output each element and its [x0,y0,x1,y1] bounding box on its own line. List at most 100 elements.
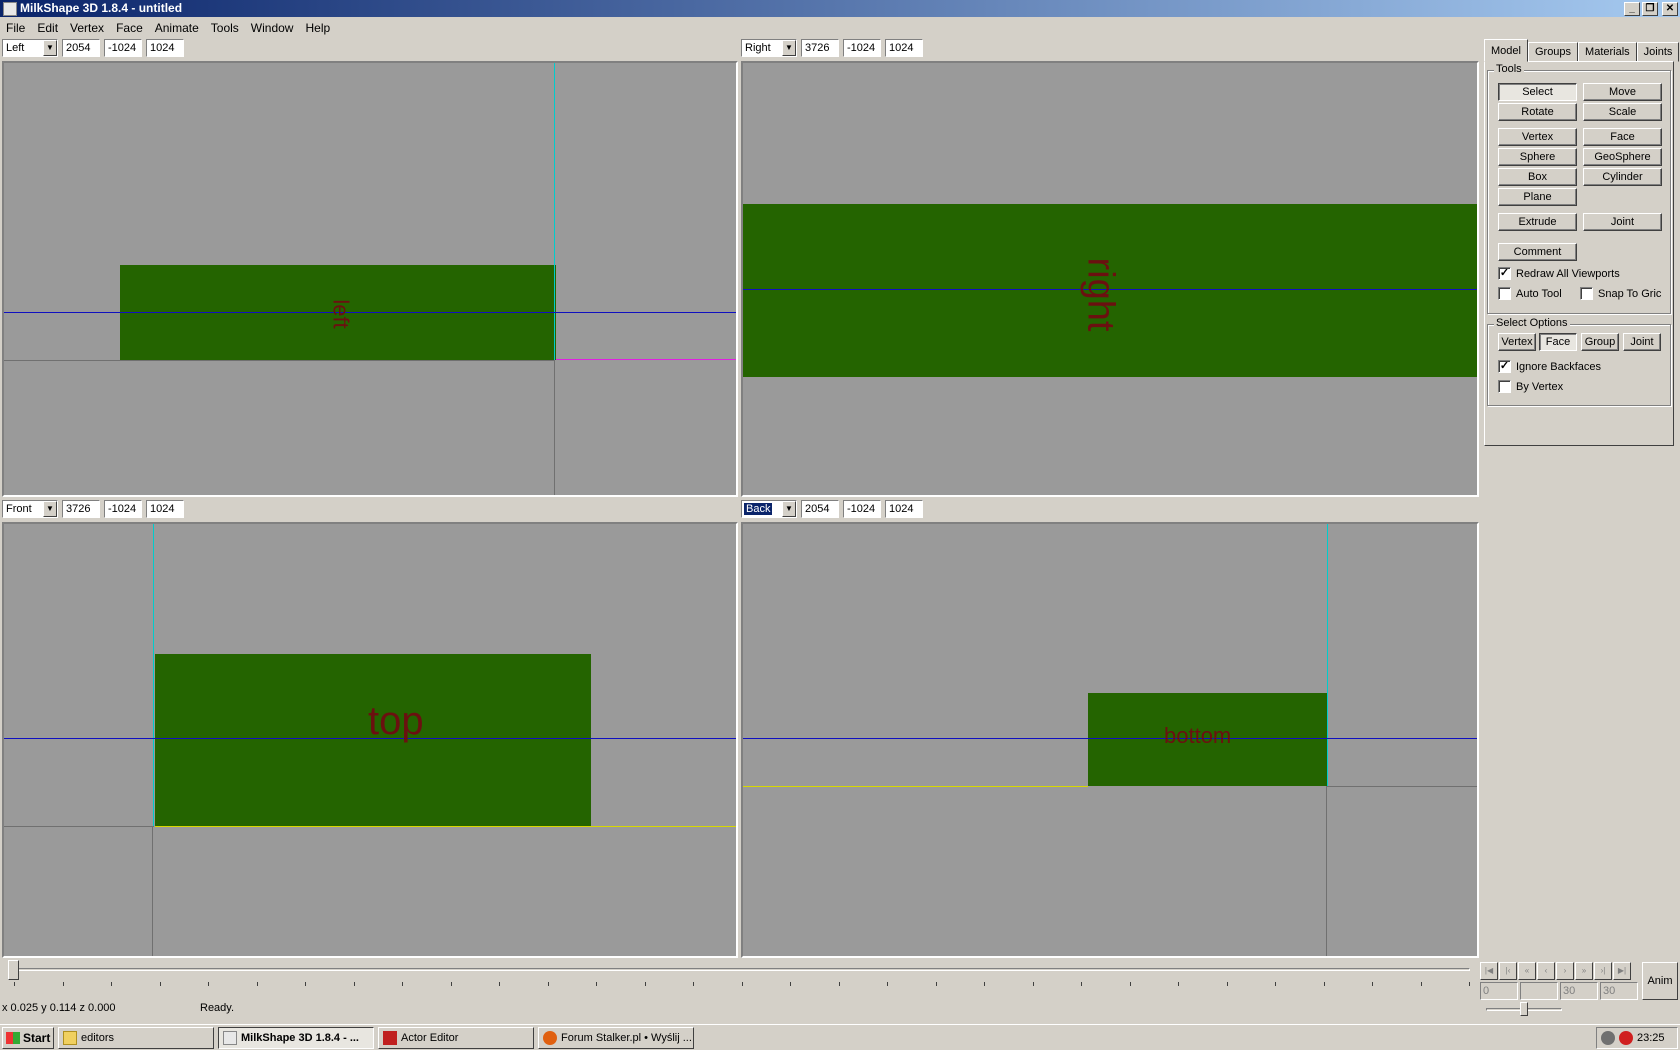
chevron-down-icon[interactable]: ▼ [43,501,57,517]
tab-groups[interactable]: Groups [1527,42,1579,62]
chevron-down-icon[interactable]: ▼ [43,40,57,56]
plane-button[interactable]: Plane [1498,188,1577,206]
offset-x-field[interactable]: -1024 [843,500,881,518]
timeline-tick [1469,982,1470,986]
offset-y-field[interactable]: 1024 [146,39,184,57]
viewport-right[interactable]: right [741,61,1479,497]
cylinder-button[interactable]: Cylinder [1583,168,1662,186]
zoom-field[interactable]: 2054 [62,39,100,57]
prev-key-icon[interactable]: |‹ [1499,962,1517,980]
tab-materials[interactable]: Materials [1578,42,1637,62]
chevron-down-icon[interactable]: ▼ [782,40,796,56]
offset-y-field[interactable]: 1024 [885,500,923,518]
axis-yellow-line [155,826,736,827]
move-button[interactable]: Move [1583,83,1662,101]
view-select[interactable]: Front ▼ [2,500,58,518]
geosphere-button[interactable]: GeoSphere [1583,148,1662,166]
viewport-back[interactable]: bottom [741,522,1479,958]
menu-help[interactable]: Help [299,18,336,38]
network-icon[interactable] [1601,1030,1615,1045]
checkbox-box[interactable] [1580,287,1593,300]
checkbox-box[interactable] [1498,380,1511,393]
chevron-down-icon[interactable]: ▼ [782,501,796,517]
menu-edit[interactable]: Edit [31,18,64,38]
taskbar-item-milkshape[interactable]: MilkShape 3D 1.8.4 - ... [218,1026,374,1049]
offset-y-field[interactable]: 1024 [146,500,184,518]
select-button[interactable]: Select [1498,83,1577,101]
start-button[interactable]: Start [2,1026,54,1049]
next-frame-icon[interactable]: › [1556,962,1574,980]
view-select[interactable]: Back ▼ [741,500,797,518]
view-select[interactable]: Right ▼ [741,39,797,57]
menu-window[interactable]: Window [245,18,300,38]
last-frame-icon[interactable]: ▶| [1613,962,1631,980]
extrude-button[interactable]: Extrude [1498,213,1577,231]
frame-total-field[interactable]: 30 [1600,982,1638,1000]
by-vertex-checkbox[interactable]: By Vertex [1498,380,1563,393]
snap-to-grid-checkbox[interactable]: Snap To Gric [1580,287,1661,300]
select-face-button[interactable]: Face [1539,333,1577,351]
prev-frame-icon[interactable]: ‹ [1537,962,1555,980]
scale-button[interactable]: Scale [1583,103,1662,121]
offset-y-field[interactable]: 1024 [885,39,923,57]
taskbar-item-actor-editor[interactable]: Actor Editor [378,1026,534,1049]
next-key-icon[interactable]: ›| [1594,962,1612,980]
offset-x-field[interactable]: -1024 [104,500,142,518]
box-button[interactable]: Box [1498,168,1577,186]
zoom-field[interactable]: 3726 [801,39,839,57]
checkbox-box[interactable] [1498,287,1511,300]
anim-button[interactable]: Anim [1642,962,1678,1000]
checkbox-box[interactable]: ✓ [1498,360,1511,373]
zoom-field[interactable]: 2054 [801,500,839,518]
viewport-front[interactable]: top [2,522,738,958]
menu-file[interactable]: File [0,18,31,38]
by-vertex-label: By Vertex [1516,380,1564,393]
rewind-icon[interactable]: « [1518,962,1536,980]
redraw-all-viewports-checkbox[interactable]: ✓ Redraw All Viewports [1498,267,1620,280]
antivirus-icon[interactable] [1619,1030,1633,1045]
animation-timeline[interactable] [0,958,1476,986]
timeline-tick [14,982,15,986]
maximize-button[interactable]: ❐ [1642,1,1658,16]
tab-model[interactable]: Model [1484,39,1528,62]
ignore-backfaces-checkbox[interactable]: ✓ Ignore Backfaces [1498,360,1601,373]
view-select[interactable]: Left ▼ [2,39,58,57]
rotate-button[interactable]: Rotate [1498,103,1577,121]
select-joint-button[interactable]: Joint [1623,333,1661,351]
menu-face[interactable]: Face [110,18,149,38]
timeline-tick [1420,982,1422,986]
select-group-button[interactable]: Group [1581,333,1619,351]
fast-forward-icon[interactable]: » [1575,962,1593,980]
timeline-tick [1275,982,1276,986]
select-vertex-button[interactable]: Vertex [1498,333,1536,351]
auto-tool-checkbox[interactable]: Auto Tool [1498,287,1562,300]
vertex-button[interactable]: Vertex [1498,128,1577,146]
menu-tools[interactable]: Tools [205,18,245,38]
menu-vertex[interactable]: Vertex [64,18,110,38]
zoom-field[interactable]: 3726 [62,500,100,518]
offset-x-field[interactable]: -1024 [843,39,881,57]
sphere-button[interactable]: Sphere [1498,148,1577,166]
first-frame-icon[interactable]: |◀ [1480,962,1498,980]
minimize-button[interactable]: _ [1624,1,1640,16]
frame-current-field[interactable] [1520,982,1558,1000]
frame-end-field[interactable]: 30 [1560,982,1598,1000]
taskbar-item-editors[interactable]: editors [58,1026,214,1049]
timeline-slider-handle[interactable] [8,960,19,980]
offset-x-field[interactable]: -1024 [104,39,142,57]
timeline-tick [1032,982,1034,986]
timeline-track[interactable] [10,968,1470,971]
comment-button[interactable]: Comment [1498,243,1577,261]
tab-joints[interactable]: Joints [1636,42,1680,62]
checkbox-box[interactable]: ✓ [1498,267,1511,280]
face-button[interactable]: Face [1583,128,1662,146]
menu-animate[interactable]: Animate [149,18,205,38]
close-button[interactable]: ✕ [1662,1,1678,16]
frame-start-field[interactable]: 0 [1480,982,1518,1000]
select-options-group: Select Options Vertex Face Group Joint ✓… [1487,317,1671,406]
milkshape-app-icon [3,1,17,16]
joint-button[interactable]: Joint [1583,213,1662,231]
taskbar-item-firefox[interactable]: Forum Stalker.pl • Wyślij ... [538,1026,694,1049]
viewport-left[interactable]: left [2,61,738,497]
timeline-tick [984,982,985,986]
